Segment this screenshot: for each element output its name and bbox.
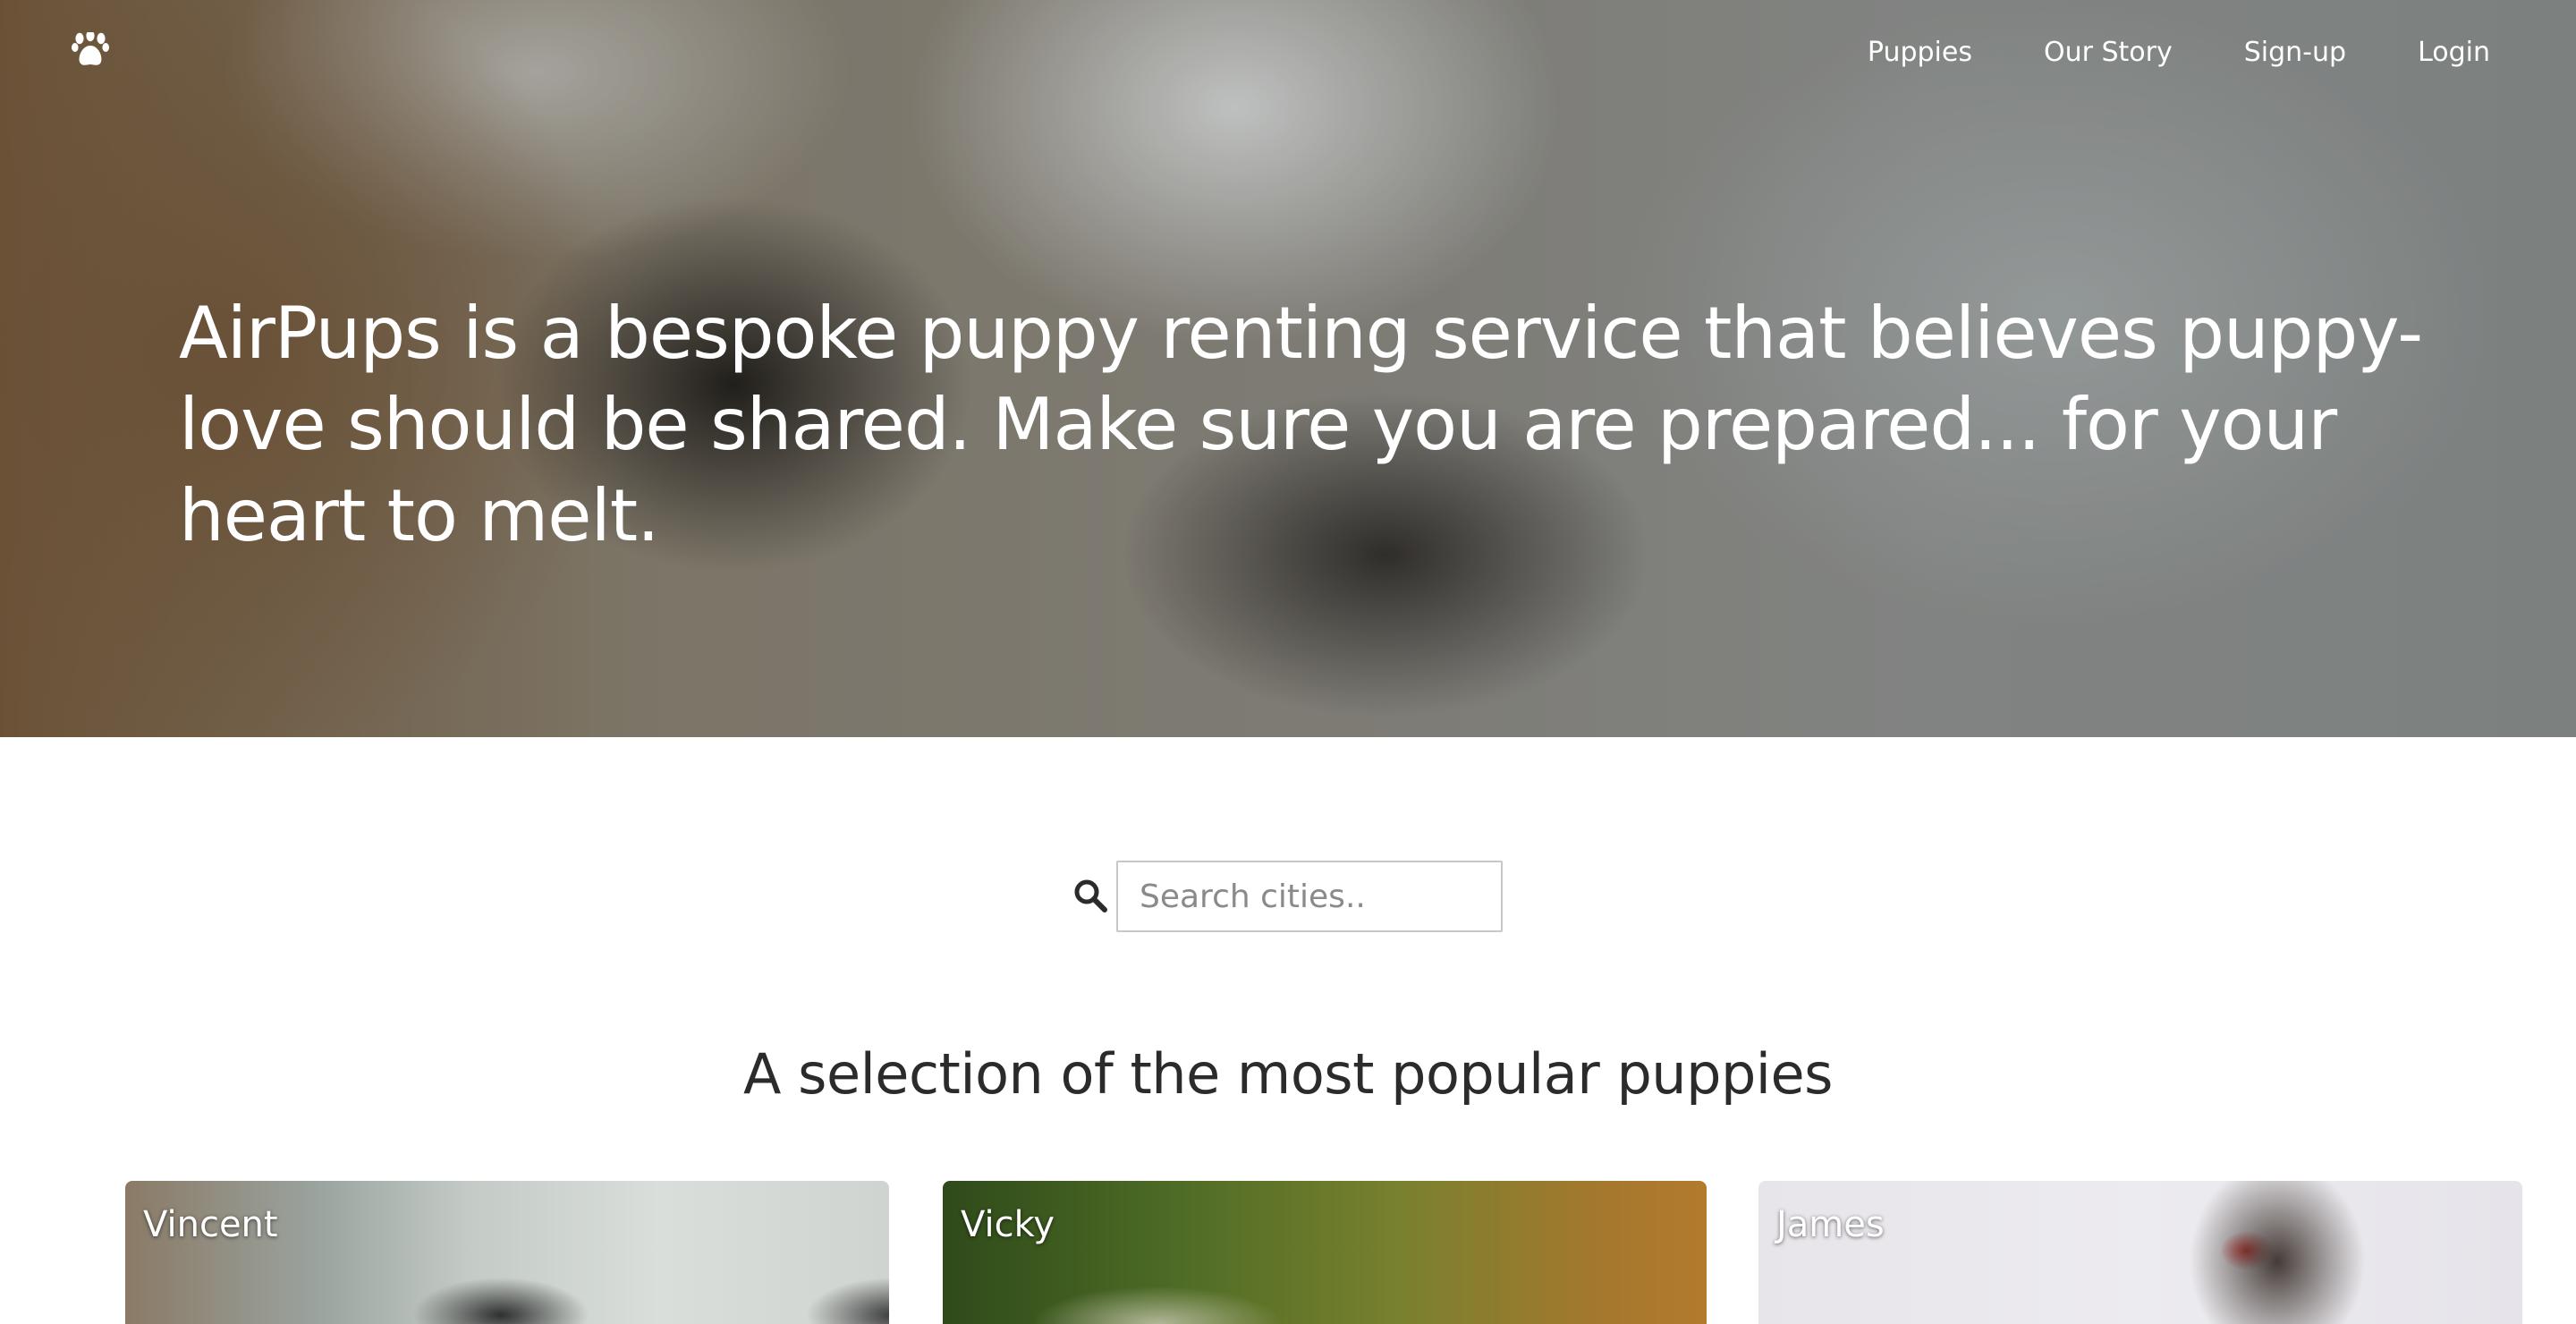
puppy-cards: Vincent Vicky James <box>125 1181 2522 1324</box>
search-icon <box>1074 879 1107 912</box>
section-title: A selection of the most popular puppies <box>743 1041 1833 1107</box>
nav-item-login[interactable]: Login <box>2418 37 2490 68</box>
nav-item-our-story[interactable]: Our Story <box>2044 37 2173 68</box>
home-logo-link[interactable] <box>72 30 109 68</box>
puppy-name: James <box>1776 1204 1885 1245</box>
nav-item-puppies[interactable]: Puppies <box>1868 37 1972 68</box>
nav-item-sign-up[interactable]: Sign-up <box>2244 37 2346 68</box>
hero-tagline: AirPups is a bespoke puppy renting servi… <box>179 292 2423 557</box>
puppy-name: Vicky <box>961 1204 1055 1245</box>
main-nav: Puppies Our Story Sign-up Login <box>1868 32 2490 72</box>
city-search <box>1072 861 1503 932</box>
puppy-card-james[interactable]: James <box>1758 1181 2522 1324</box>
hero-banner: Puppies Our Story Sign-up Login AirPups … <box>0 0 2576 737</box>
puppy-name: Vincent <box>143 1204 278 1245</box>
puppy-card-vincent[interactable]: Vincent <box>125 1181 889 1324</box>
paw-icon <box>72 30 109 65</box>
search-cities-input[interactable] <box>1116 861 1503 932</box>
puppy-card-vicky[interactable]: Vicky <box>943 1181 1707 1324</box>
